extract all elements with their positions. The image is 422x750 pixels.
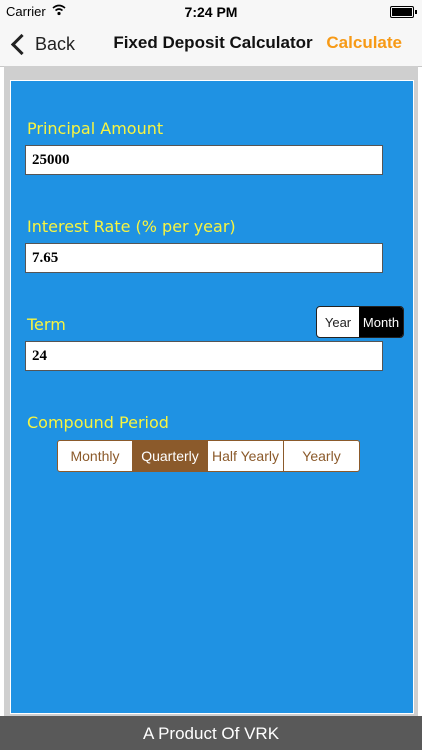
form-panel: Principal Amount Interest Rate (% per ye…	[10, 80, 414, 714]
term-label: Term	[27, 315, 66, 334]
compound-period-label: Compound Period	[27, 413, 169, 432]
term-unit-selector: Year Month	[316, 306, 404, 338]
principal-label: Principal Amount	[27, 119, 164, 138]
compound-option-half-yearly[interactable]: Half Yearly	[208, 441, 284, 471]
term-unit-year[interactable]: Year	[317, 307, 359, 337]
footer-bar: A Product Of VRK	[0, 716, 422, 750]
principal-input[interactable]	[25, 145, 383, 175]
back-label: Back	[35, 33, 76, 54]
compound-option-yearly[interactable]: Yearly	[284, 441, 359, 471]
status-bar: Carrier 7:24 PM	[0, 0, 422, 22]
back-button[interactable]: Back	[8, 30, 75, 58]
clock: 7:24 PM	[184, 4, 238, 20]
compound-period-selector: Monthly Quarterly Half Yearly Yearly	[57, 440, 360, 472]
battery-icon	[390, 6, 417, 18]
page-title: Fixed Deposit Calculator	[113, 33, 313, 52]
chevron-left-icon	[10, 33, 33, 55]
interest-rate-label: Interest Rate (% per year)	[27, 217, 236, 236]
content-frame: Principal Amount Interest Rate (% per ye…	[4, 66, 418, 716]
navigation-bar: Back Fixed Deposit Calculator Calculate	[0, 22, 422, 67]
compound-option-monthly[interactable]: Monthly	[58, 441, 133, 471]
compound-option-quarterly[interactable]: Quarterly	[133, 441, 208, 471]
calculate-button[interactable]: Calculate	[326, 33, 402, 53]
term-input[interactable]	[25, 341, 383, 371]
footer-text: A Product Of VRK	[142, 724, 280, 743]
term-unit-month[interactable]: Month	[359, 307, 403, 337]
interest-rate-input[interactable]	[25, 243, 383, 273]
